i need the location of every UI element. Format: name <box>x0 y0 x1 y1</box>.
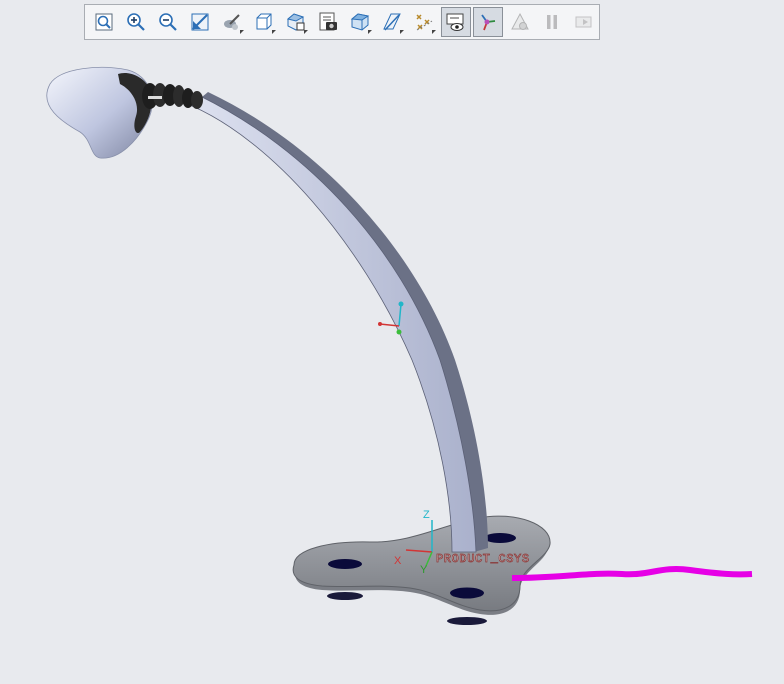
lamp-arm[interactable] <box>191 92 488 553</box>
base-mount-hole <box>484 533 516 543</box>
graphics-area[interactable]: Z X Y PRODUCT_CSYS <box>0 0 784 684</box>
base-foot <box>447 617 487 625</box>
lamp-head[interactable] <box>46 66 203 159</box>
base-mount-hole <box>328 559 362 569</box>
csys-x-label: X <box>394 555 402 567</box>
lamp-neck-bellows <box>142 83 203 109</box>
base-mount-hole <box>450 587 484 599</box>
power-cable[interactable] <box>511 566 753 581</box>
base-foot <box>327 592 363 600</box>
csys-name-label: PRODUCT_CSYS <box>436 552 530 566</box>
csys-y-label: Y <box>420 564 428 576</box>
csys-z-label: Z <box>423 509 430 521</box>
